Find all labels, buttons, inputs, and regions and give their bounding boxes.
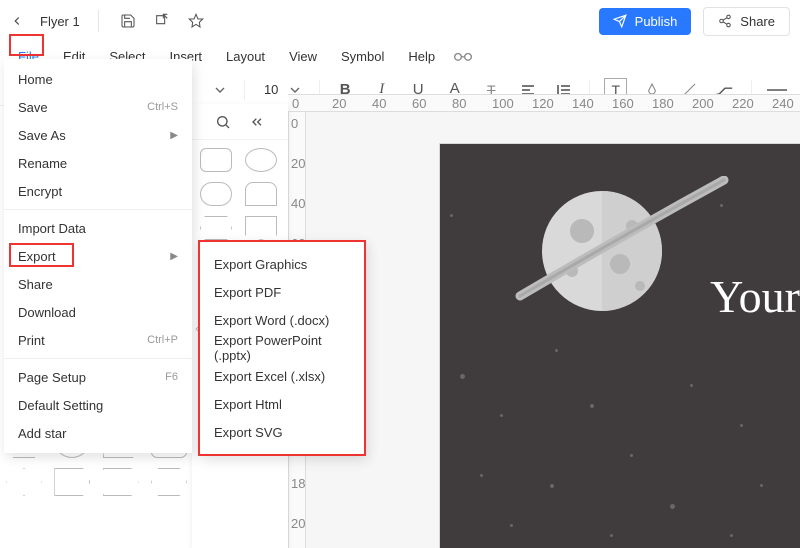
star-dot bbox=[730, 534, 733, 537]
export-graphics[interactable]: Export Graphics bbox=[200, 250, 364, 278]
menu-item-share[interactable]: Share bbox=[4, 270, 192, 298]
publish-button[interactable]: Publish bbox=[599, 8, 692, 35]
export-powerpoint[interactable]: Export PowerPoint (.pptx) bbox=[200, 334, 364, 362]
ruler-horizontal: 0 20 40 60 80 100 120 140 160 180 200 22… bbox=[288, 94, 800, 112]
star-dot bbox=[760, 484, 763, 487]
star-dot bbox=[610, 534, 613, 537]
shape-banner[interactable] bbox=[245, 216, 277, 240]
divider bbox=[98, 10, 99, 32]
star-dot bbox=[555, 349, 558, 352]
collapse-icon[interactable] bbox=[249, 114, 265, 130]
page-title-text: Your bbox=[710, 270, 800, 323]
planet-illustration bbox=[512, 176, 672, 326]
star-dot bbox=[670, 504, 675, 509]
star-dot bbox=[500, 414, 503, 417]
star-dot bbox=[510, 524, 513, 527]
export-excel[interactable]: Export Excel (.xlsx) bbox=[200, 362, 364, 390]
menu-symbol[interactable]: Symbol bbox=[331, 45, 394, 68]
share-icon bbox=[718, 14, 732, 28]
star-dot bbox=[690, 384, 693, 387]
shape-rounded-rect[interactable] bbox=[200, 148, 232, 172]
star-dot bbox=[630, 454, 633, 457]
shape-tag[interactable] bbox=[54, 468, 90, 496]
menu-item-export[interactable]: Export▶ bbox=[4, 242, 192, 270]
shape-half[interactable] bbox=[245, 182, 277, 206]
share-label: Share bbox=[740, 14, 775, 29]
menu-layout[interactable]: Layout bbox=[216, 45, 275, 68]
menu-item-add-star[interactable]: Add star bbox=[4, 419, 192, 447]
shape-hexagon[interactable] bbox=[200, 216, 232, 240]
star-dot bbox=[460, 374, 465, 379]
file-dropdown: Home SaveCtrl+S Save As▶ Rename Encrypt … bbox=[4, 59, 192, 453]
share-button[interactable]: Share bbox=[703, 7, 790, 36]
send-icon bbox=[613, 14, 627, 28]
document-name[interactable]: Flyer 1 bbox=[40, 14, 80, 29]
chevron-right-icon: ▶ bbox=[170, 251, 178, 262]
menu-item-home[interactable]: Home bbox=[4, 65, 192, 93]
chevron-right-icon: ▶ bbox=[170, 130, 178, 141]
star-dot bbox=[550, 484, 554, 488]
title-bar: Flyer 1 Publish Share bbox=[0, 0, 800, 42]
shape-ellipse[interactable] bbox=[245, 148, 277, 172]
star-icon[interactable] bbox=[185, 10, 207, 32]
menu-view[interactable]: View bbox=[279, 45, 327, 68]
export-pdf[interactable]: Export PDF bbox=[200, 278, 364, 306]
menu-item-page-setup[interactable]: Page SetupF6 bbox=[4, 363, 192, 391]
menu-item-download[interactable]: Download bbox=[4, 298, 192, 326]
search-icon[interactable] bbox=[215, 114, 231, 130]
menu-item-default-setting[interactable]: Default Setting bbox=[4, 391, 192, 419]
menu-item-rename[interactable]: Rename bbox=[4, 149, 192, 177]
glasses-icon[interactable] bbox=[453, 49, 473, 63]
export-submenu: Export Graphics Export PDF Export Word (… bbox=[198, 240, 366, 456]
menu-item-print[interactable]: PrintCtrl+P bbox=[4, 326, 192, 354]
shape-arrow[interactable] bbox=[103, 468, 139, 496]
page-canvas[interactable]: Your bbox=[440, 144, 800, 548]
menu-item-encrypt[interactable]: Encrypt bbox=[4, 177, 192, 205]
font-dropdown[interactable] bbox=[210, 82, 230, 98]
export-svg[interactable]: Export SVG bbox=[200, 418, 364, 446]
shape-pill[interactable] bbox=[200, 182, 232, 206]
menu-help[interactable]: Help bbox=[398, 45, 445, 68]
star-dot bbox=[480, 474, 483, 477]
export-word[interactable]: Export Word (.docx) bbox=[200, 306, 364, 334]
publish-label: Publish bbox=[635, 14, 678, 29]
menu-item-import-data[interactable]: Import Data bbox=[4, 214, 192, 242]
export-icon[interactable] bbox=[151, 10, 173, 32]
back-icon[interactable] bbox=[10, 14, 24, 28]
save-icon[interactable] bbox=[117, 10, 139, 32]
menu-item-save[interactable]: SaveCtrl+S bbox=[4, 93, 192, 121]
export-html[interactable]: Export Html bbox=[200, 390, 364, 418]
star-dot bbox=[450, 214, 453, 217]
shape-diamond2[interactable] bbox=[6, 468, 42, 496]
menu-item-save-as[interactable]: Save As▶ bbox=[4, 121, 192, 149]
star-dot bbox=[740, 424, 743, 427]
star-dot bbox=[590, 404, 594, 408]
shape-hex[interactable] bbox=[151, 468, 187, 496]
